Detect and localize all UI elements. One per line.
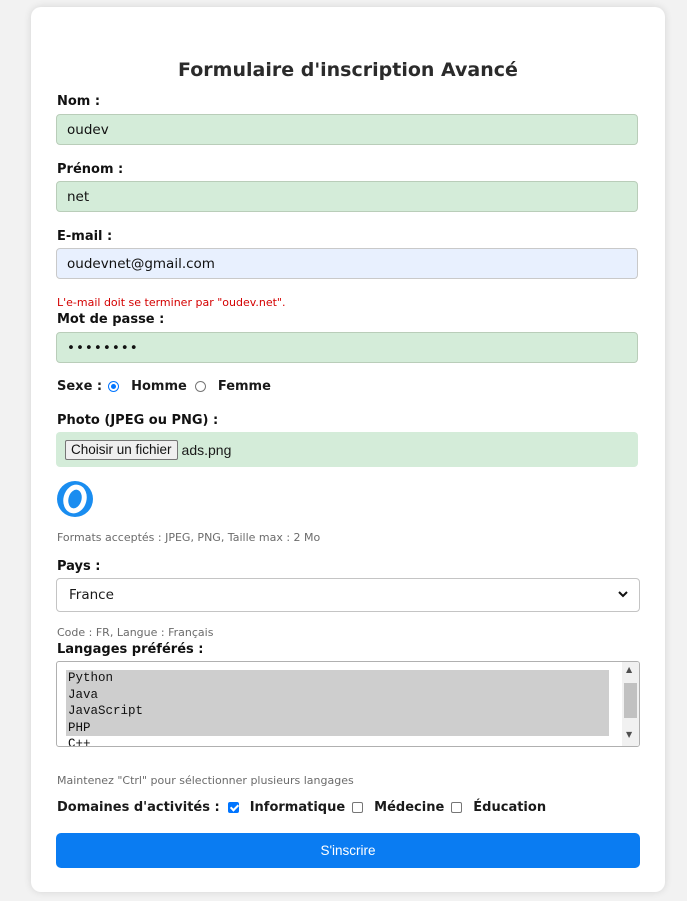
checkbox-informatique-label[interactable]: Informatique: [250, 800, 345, 815]
photo-file-field: Choisir un fichier ads.png: [56, 432, 638, 467]
submit-button[interactable]: S'inscrire: [56, 833, 640, 868]
domaines-label: Domaines d'activités :: [57, 800, 220, 815]
checkbox-informatique[interactable]: [227, 802, 239, 813]
langages-label: Langages préférés :: [57, 642, 204, 657]
langage-option-php[interactable]: PHP: [66, 719, 609, 736]
langage-option-java[interactable]: Java: [66, 686, 609, 703]
email-input[interactable]: oudevnet@gmail.com: [56, 248, 638, 279]
radio-homme-label[interactable]: Homme: [131, 379, 187, 394]
email-error-message: L'e-mail doit se terminer par "oudev.net…: [57, 296, 286, 309]
form-title: Formulaire d'inscription Avancé: [178, 59, 518, 81]
checkbox-education[interactable]: [451, 802, 463, 813]
langage-option-python[interactable]: Python: [66, 670, 609, 687]
pays-label: Pays :: [57, 559, 101, 574]
checkbox-medecine-label[interactable]: Médecine: [374, 800, 444, 815]
pays-selected-value: France: [69, 587, 114, 603]
pays-select[interactable]: France: [56, 578, 640, 612]
scroll-up-icon[interactable]: ▲: [626, 665, 632, 674]
pays-info: Code : FR, Langue : Français: [57, 626, 214, 639]
chevron-down-icon: [617, 579, 629, 623]
langages-listbox[interactable]: Python Java JavaScript PHP C++ ▲ ▼: [56, 661, 640, 747]
nom-input[interactable]: oudev: [56, 114, 638, 145]
photo-formats-hint: Formats acceptés : JPEG, PNG, Taille max…: [57, 531, 321, 544]
prenom-label: Prénom :: [57, 162, 124, 177]
nom-label: Nom :: [57, 94, 101, 109]
file-name: ads.png: [181, 441, 232, 458]
email-label: E-mail :: [57, 229, 113, 244]
radio-femme-label[interactable]: Femme: [218, 379, 271, 394]
domaines-group: Domaines d'activités : Informatique Méde…: [57, 800, 546, 815]
sexe-label: Sexe :: [57, 379, 103, 394]
langage-option-javascript[interactable]: JavaScript: [66, 703, 609, 720]
prenom-input[interactable]: net: [56, 181, 638, 212]
langages-scrollbar[interactable]: ▲ ▼: [622, 662, 639, 746]
registration-card: Formulaire d'inscription Avancé Nom : ou…: [31, 7, 665, 892]
password-input[interactable]: ••••••••: [56, 332, 638, 363]
checkbox-education-label[interactable]: Éducation: [473, 800, 546, 815]
photo-preview-image: [57, 481, 93, 517]
checkbox-medecine[interactable]: [352, 802, 364, 813]
logo-o-icon: [63, 484, 87, 514]
photo-label: Photo (JPEG ou PNG) :: [57, 413, 219, 428]
radio-femme[interactable]: [194, 381, 206, 392]
langage-option-cpp[interactable]: C++: [66, 736, 609, 746]
scroll-down-icon[interactable]: ▼: [626, 730, 632, 739]
password-label: Mot de passe :: [57, 312, 165, 327]
choose-file-button[interactable]: Choisir un fichier: [65, 439, 178, 460]
scroll-thumb[interactable]: [624, 683, 637, 718]
radio-homme[interactable]: [108, 381, 120, 392]
langages-hint: Maintenez "Ctrl" pour sélectionner plusi…: [57, 774, 354, 787]
sexe-group: Sexe : Homme Femme: [57, 379, 271, 394]
